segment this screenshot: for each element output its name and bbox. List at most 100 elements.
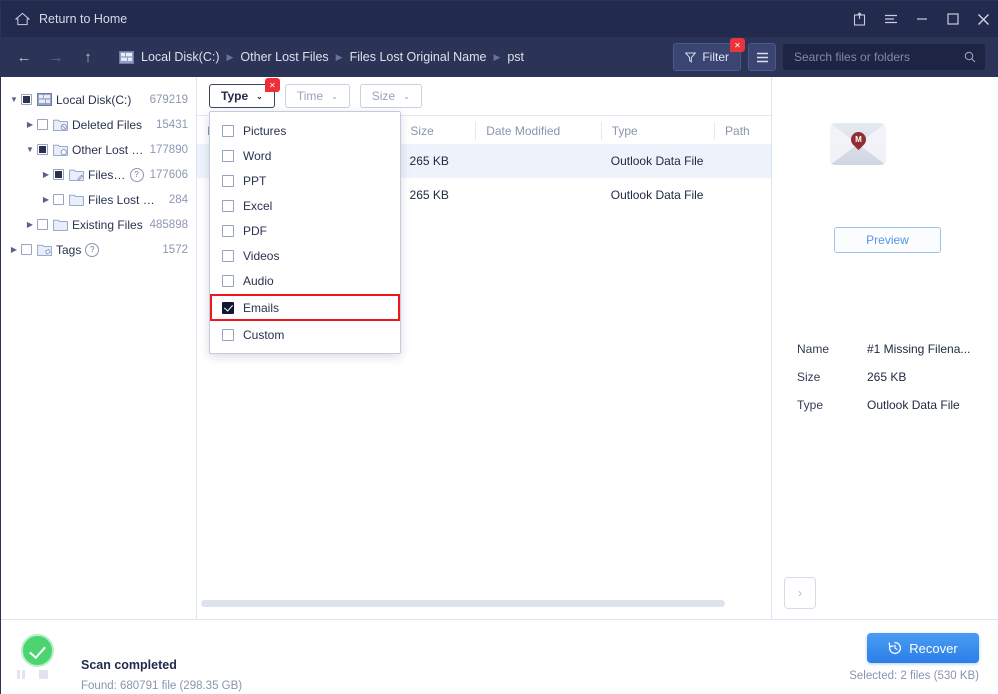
return-to-home-button[interactable]: Return to Home [15, 12, 127, 26]
scan-control-buttons [17, 670, 48, 679]
column-header-type[interactable]: Type [600, 121, 714, 140]
preview-meta-row: Name #1 Missing Filena... [797, 335, 982, 363]
sidebar-item-checkbox[interactable] [21, 94, 32, 105]
filter-button[interactable]: Filter ✕ [673, 38, 745, 71]
chevron-right-icon[interactable]: ▶ [23, 218, 37, 232]
type-option-checkbox[interactable] [222, 174, 234, 187]
next-file-button[interactable]: › [784, 577, 816, 609]
column-header-date-modified[interactable]: Date Modified [475, 121, 601, 140]
back-button[interactable]: ← [11, 44, 37, 70]
filter-chip-type-clear-badge[interactable]: ✕ [264, 78, 280, 92]
pause-icon[interactable] [17, 670, 25, 679]
type-option-custom[interactable]: Custom [210, 322, 400, 347]
column-header-label: Date Modified [486, 123, 561, 138]
up-arrow-icon: ↑ [84, 48, 92, 66]
recover-button[interactable]: Recover [867, 633, 979, 663]
sidebar-item-checkbox[interactable] [37, 144, 48, 155]
selection-summary: Selected: 2 files (530 KB) [849, 670, 979, 682]
search-box[interactable] [783, 44, 985, 70]
type-option-checkbox[interactable] [222, 199, 234, 212]
filter-chip-size[interactable]: Size ⌄ [359, 84, 422, 108]
column-header-size[interactable]: Size [399, 121, 475, 140]
close-icon[interactable] [968, 1, 998, 37]
up-button[interactable]: ↑ [75, 44, 101, 70]
sidebar-item-label: Local Disk(C:) [56, 92, 132, 107]
horizontal-scrollbar[interactable] [197, 600, 771, 609]
breadcrumb-item-3[interactable]: pst [507, 50, 524, 64]
search-input[interactable] [792, 49, 964, 65]
preview-meta-value: #1 Missing Filena... [867, 342, 971, 356]
help-icon[interactable]: ? [129, 167, 144, 182]
maximize-icon[interactable] [937, 1, 968, 37]
type-option-checkbox[interactable] [222, 274, 234, 287]
filter-chip-time[interactable]: Time ⌄ [284, 84, 350, 108]
sidebar-item-count: 1572 [162, 243, 188, 256]
scan-status-detail: Found: 680791 file (298.35 GB) [81, 680, 243, 692]
sidebar-item-count: 15431 [156, 118, 188, 131]
sidebar-item-local-disk-c[interactable]: ▼ Local Disk(C:) 679219 [1, 87, 196, 112]
sidebar-item-files-lost-origi[interactable]: ▶ Files Lost Origi...? 177606 [1, 162, 196, 187]
export-icon[interactable] [844, 1, 875, 37]
sidebar-item-label: Tags [56, 242, 82, 257]
type-option-word[interactable]: Word [210, 143, 400, 168]
menu-icon[interactable] [875, 1, 906, 37]
type-option-pdf[interactable]: PDF [210, 218, 400, 243]
sidebar-item-checkbox[interactable] [53, 194, 64, 205]
horizontal-scrollbar-thumb[interactable] [201, 600, 725, 607]
minimize-icon[interactable] [906, 1, 937, 37]
sidebar-item-count: 679219 [149, 93, 188, 106]
type-option-videos[interactable]: Videos [210, 243, 400, 268]
chevron-right-icon[interactable]: ▶ [23, 118, 37, 132]
chevron-down-icon: ⌄ [331, 91, 338, 101]
column-header-path[interactable]: Path [714, 121, 771, 140]
filter-chip-row: Type ⌄ ✕ Time ⌄ Size ⌄ [197, 77, 771, 115]
chevron-right-icon[interactable]: ▶ [7, 243, 21, 257]
type-option-checkbox[interactable] [222, 249, 234, 262]
breadcrumb-item-1[interactable]: Other Lost Files [240, 50, 328, 64]
list-view-icon[interactable] [748, 43, 776, 71]
sidebar-item-tags[interactable]: ▶ Tags? 1572 [1, 237, 196, 262]
chevron-down-icon[interactable]: ▼ [7, 93, 21, 107]
sidebar-item-checkbox[interactable] [53, 169, 64, 180]
scan-status-title: Scan completed [81, 658, 177, 672]
sidebar-item-label: Other Lost Files [72, 142, 144, 157]
sidebar-item-checkbox[interactable] [37, 219, 48, 230]
chevron-right-icon[interactable]: ▶ [39, 168, 53, 182]
navigation-bar: ← → ↑ Local Disk(C:) ▶ Other Lost Files … [1, 37, 998, 77]
type-option-audio[interactable]: Audio [210, 268, 400, 293]
type-option-label: PDF [243, 223, 267, 238]
type-option-checkbox[interactable] [222, 124, 234, 137]
filter-chip-type[interactable]: Type ⌄ ✕ [209, 78, 280, 108]
preview-button[interactable]: Preview [834, 227, 941, 253]
type-option-checkbox[interactable] [222, 301, 234, 314]
type-option-excel[interactable]: Excel [210, 193, 400, 218]
search-icon[interactable] [964, 51, 976, 63]
breadcrumb-item-0[interactable]: Local Disk(C:) [141, 50, 220, 64]
title-bar: Return to Home [1, 1, 998, 37]
type-option-checkbox[interactable] [222, 149, 234, 162]
type-option-ppt[interactable]: PPT [210, 168, 400, 193]
forward-button[interactable]: → [43, 44, 69, 70]
sidebar-item-existing-files[interactable]: ▶ Existing Files 485898 [1, 212, 196, 237]
local-disk-icon [119, 50, 134, 64]
type-option-emails[interactable]: Emails [210, 294, 400, 321]
sidebar-item-files-lost-original-dire[interactable]: ▶ Files Lost Original Dire... 284 [1, 187, 196, 212]
chevron-right-icon[interactable]: ▶ [39, 193, 53, 207]
type-option-checkbox[interactable] [222, 224, 234, 237]
filter-clear-badge[interactable]: ✕ [730, 38, 745, 52]
file-list-panel: Type ⌄ ✕ Time ⌄ Size ⌄ NameSizeDate Modi… [197, 77, 772, 619]
type-option-pictures[interactable]: Pictures [210, 118, 400, 143]
help-icon[interactable]: ? [85, 242, 100, 257]
type-filter-dropdown[interactable]: Pictures Word PPT Excel PDF Videos Audio Emails… [209, 111, 401, 354]
sidebar-item-checkbox[interactable] [37, 119, 48, 130]
sidebar-item-checkbox[interactable] [21, 244, 32, 255]
return-to-home-label: Return to Home [39, 12, 128, 26]
type-option-checkbox[interactable] [222, 328, 234, 341]
type-option-label: PPT [243, 173, 267, 188]
stop-icon[interactable] [38, 670, 48, 679]
sidebar-item-deleted-files[interactable]: ▶ Deleted Files 15431 [1, 112, 196, 137]
sidebar-tree[interactable]: ▼ Local Disk(C:) 679219 ▶ Deleted Files 15431… [1, 77, 197, 619]
chevron-down-icon[interactable]: ▼ [23, 143, 37, 157]
breadcrumb-item-2[interactable]: Files Lost Original Name [350, 50, 487, 64]
sidebar-item-other-lost-files[interactable]: ▼ Other Lost Files 177890 [1, 137, 196, 162]
